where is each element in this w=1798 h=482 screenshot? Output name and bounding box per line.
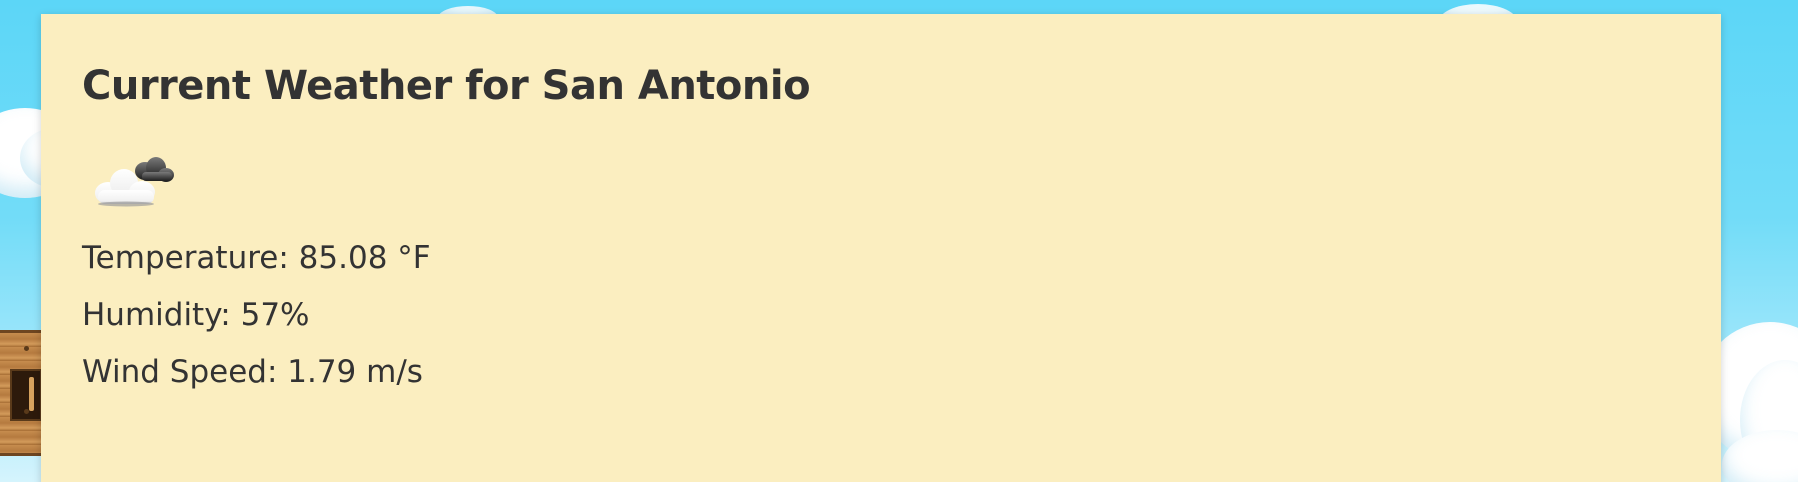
temperature-text: Temperature: 85.08 °F xyxy=(82,240,431,276)
cloudy-icon xyxy=(90,146,180,216)
bolt-icon xyxy=(24,409,29,414)
weather-title: Current Weather for San Antonio xyxy=(82,63,811,109)
cloudy-icon-graphic xyxy=(95,157,174,207)
weather-details: Temperature: 85.08 °F Humidity: 57% Wind… xyxy=(82,230,1721,401)
weather-card: Current Weather for San Antonio Temperat… xyxy=(41,14,1721,482)
bolt-icon xyxy=(24,346,29,351)
wind-speed-text: Wind Speed: 1.79 m/s xyxy=(82,354,423,390)
humidity-text: Humidity: 57% xyxy=(82,297,310,333)
